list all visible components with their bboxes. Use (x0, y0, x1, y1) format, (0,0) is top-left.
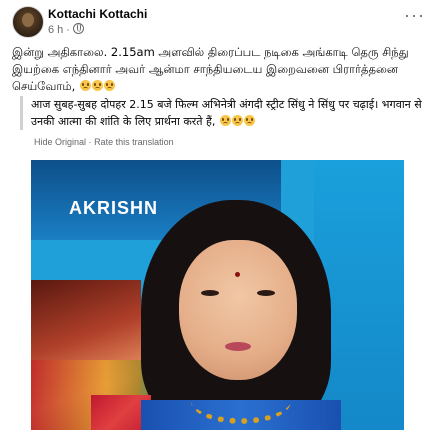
post-meta: 6 h · (48, 23, 84, 36)
translation-block: आज सुबह-सुबह दोपहर 2.15 बजे फिल्म अभिनेत… (20, 96, 435, 147)
globe-icon (72, 23, 84, 34)
rate-translation-link[interactable]: Rate this translation (94, 137, 174, 147)
photo-bindi (235, 272, 240, 277)
translation-links: Hide Original · Rate this translation (34, 137, 174, 147)
photo-eye-right (257, 290, 275, 296)
post-header: Kottachi Kottachi 6 h · ··· (12, 6, 425, 38)
avatar-face (22, 13, 34, 27)
photo-eye-left (201, 290, 219, 296)
photo-necklace (191, 378, 291, 424)
crying-emoji-icon (91, 80, 103, 91)
post-time[interactable]: 6 h (48, 24, 63, 36)
avatar[interactable] (12, 6, 44, 38)
crying-emoji-icon (231, 115, 243, 126)
crying-emoji-icon (103, 80, 115, 91)
more-options-button[interactable]: ··· (404, 6, 425, 24)
author-name[interactable]: Kottachi Kottachi (48, 7, 147, 21)
post-text: இன்று அதிகாலை. 2.15am அளவில் திரைப்பட நட… (12, 44, 424, 95)
hide-original-link[interactable]: Hide Original (34, 137, 86, 147)
translation-text: आज सुबह-सुबह दोपहर 2.15 बजे फिल्म अभिनेत… (31, 96, 435, 130)
link-separator: · (88, 137, 92, 147)
photo-lips (225, 342, 251, 351)
crying-emoji-icon (79, 80, 91, 91)
crying-emoji-icon (243, 115, 255, 126)
crying-emoji-icon (219, 115, 231, 126)
photo-face (179, 240, 297, 380)
meta-separator: · (66, 24, 70, 36)
photo-banner-text: AKRISHN (69, 198, 159, 218)
post-photo[interactable]: AKRISHN (31, 160, 404, 430)
post-body: இன்று அதிகாலை. 2.15am அளவில் திரைப்பட நட… (12, 45, 409, 93)
